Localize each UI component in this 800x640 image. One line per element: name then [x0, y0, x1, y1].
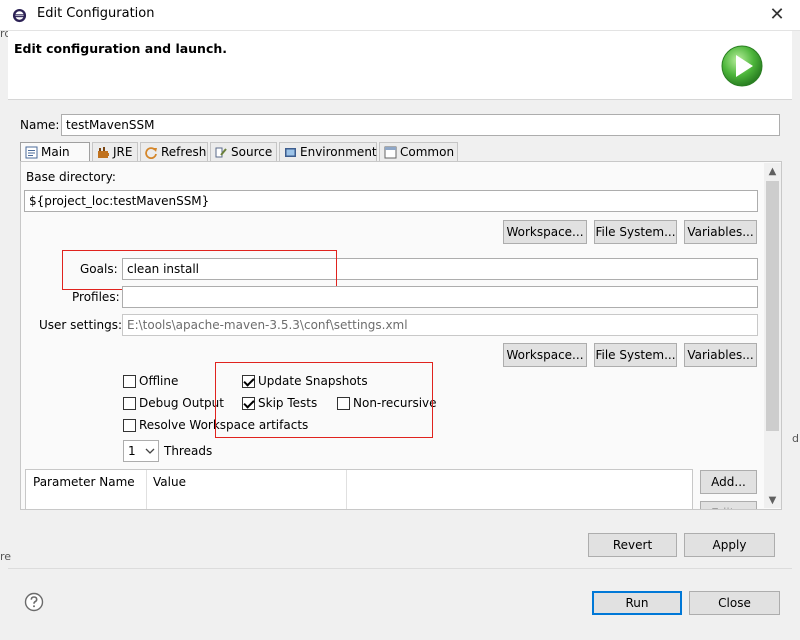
tab-refresh[interactable]: Refresh [140, 142, 208, 162]
eclipse-app-icon [12, 8, 27, 23]
add-parameter-button[interactable]: Add... [700, 470, 757, 494]
close-window-icon[interactable]: ✕ [766, 2, 788, 28]
threads-label: Threads [164, 444, 213, 458]
resolve-workspace-checkbox[interactable] [123, 419, 136, 432]
edit-button-clip: Edit... [700, 501, 757, 509]
tab-main[interactable]: Main [20, 142, 90, 163]
run-launch-icon [721, 45, 763, 87]
settings-workspace-button[interactable]: Workspace... [503, 343, 587, 367]
scroll-up-icon[interactable]: ▲ [764, 163, 781, 180]
tab-environment[interactable]: Environment [279, 142, 377, 162]
refresh-icon [145, 147, 157, 159]
footer-divider [8, 568, 792, 569]
chevron-down-icon [145, 448, 155, 454]
tab-source[interactable]: Source [210, 142, 277, 162]
column-header-value[interactable]: Value [153, 475, 186, 489]
base-directory-input[interactable]: ${project_loc:testMavenSSM} [24, 190, 758, 212]
user-settings-input[interactable]: E:\tools\apache-maven-3.5.3\conf\setting… [122, 314, 758, 336]
close-button[interactable]: Close [689, 591, 780, 615]
tab-label: Source [231, 145, 273, 159]
revert-button[interactable]: Revert [588, 533, 677, 557]
settings-variables-button[interactable]: Variables... [684, 343, 757, 367]
dialog-header-text: Edit configuration and launch. [14, 41, 228, 56]
run-button[interactable]: Run [592, 591, 682, 615]
threads-select[interactable]: 1 [123, 440, 159, 462]
main-tab-icon [25, 146, 38, 159]
name-input[interactable]: testMavenSSM [61, 114, 780, 136]
workspace-button[interactable]: Workspace... [503, 220, 587, 244]
tab-jre[interactable]: JRE [92, 142, 138, 162]
column-divider [146, 470, 147, 509]
options-highlight-box [215, 362, 433, 438]
header-divider [8, 99, 792, 100]
jre-icon [98, 147, 109, 158]
base-directory-label: Base directory: [26, 170, 116, 184]
user-settings-label: User settings: [39, 318, 123, 332]
help-icon[interactable] [24, 592, 44, 612]
goals-highlight-box [62, 250, 337, 290]
tab-label: Common [400, 145, 455, 159]
source-icon [215, 147, 227, 158]
threads-value: 1 [128, 444, 136, 458]
profiles-input[interactable] [122, 286, 758, 308]
background-text-fragment: re [0, 550, 12, 563]
debug-output-label: Debug Output [139, 396, 224, 410]
tab-label: Environment [300, 145, 377, 159]
tab-label: Refresh [161, 145, 207, 159]
scrollbar-thumb[interactable] [766, 181, 779, 431]
file-system-button[interactable]: File System... [594, 220, 677, 244]
common-icon [384, 146, 397, 159]
profiles-label: Profiles: [72, 290, 120, 304]
debug-output-checkbox[interactable] [123, 397, 136, 410]
offline-checkbox[interactable] [123, 375, 136, 388]
scroll-down-icon[interactable]: ▼ [764, 492, 781, 509]
background-text-fragment: d [792, 432, 799, 445]
name-label: Name: [20, 118, 60, 132]
column-divider [346, 470, 347, 509]
window-title: Edit Configuration [37, 6, 155, 21]
apply-button[interactable]: Apply [684, 533, 775, 557]
tab-common[interactable]: Common [379, 142, 458, 162]
offline-label: Offline [139, 374, 179, 388]
edit-parameter-button[interactable]: Edit... [700, 501, 757, 509]
variables-button[interactable]: Variables... [684, 220, 757, 244]
tab-label: Main [41, 145, 70, 159]
column-header-parameter-name[interactable]: Parameter Name [33, 475, 135, 489]
settings-file-system-button[interactable]: File System... [594, 343, 677, 367]
tab-label: JRE [113, 145, 133, 159]
environment-icon [285, 148, 296, 157]
